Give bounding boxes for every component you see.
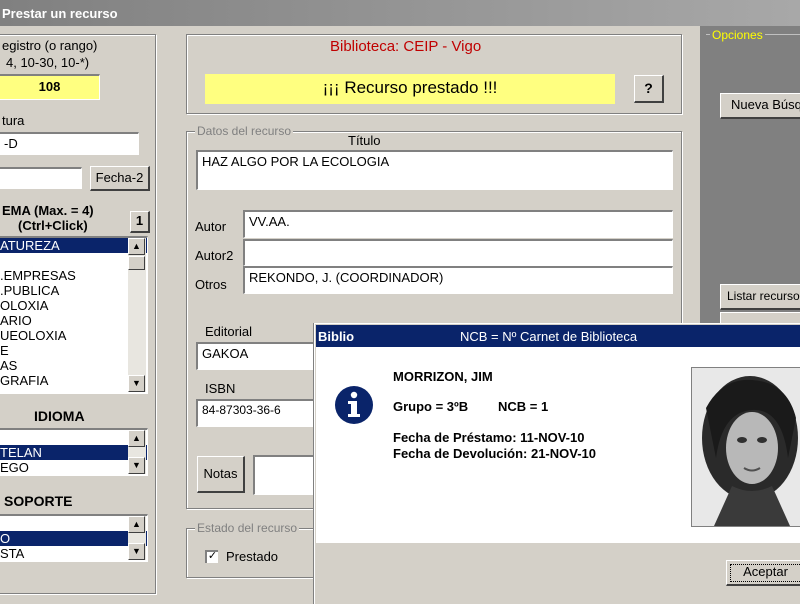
scroll-thumb[interactable]: [128, 256, 145, 270]
nueva-busqueda-button[interactable]: Nueva Búsq: [720, 93, 800, 119]
soporte-heading: SOPORTE: [4, 493, 73, 509]
list-item[interactable]: [0, 253, 147, 268]
registro-hint: 4, 10-30, 10-*): [6, 55, 90, 70]
dialog-grupo: Grupo = 3ºB: [393, 399, 469, 414]
soporte-scrollbar[interactable]: ▲ ▼: [128, 516, 146, 560]
idioma-heading: IDIOMA: [34, 408, 85, 424]
idioma-list[interactable]: TELAN EGO: [0, 428, 148, 476]
list-item[interactable]: AS: [0, 358, 147, 373]
isbn-label: ISBN: [205, 381, 236, 396]
list-item[interactable]: [0, 516, 147, 531]
opciones-label: Opciones: [710, 28, 765, 42]
dialog-title-bar: Biblio NCB = Nº Carnet de Biblioteca: [316, 325, 800, 347]
idioma-scrollbar[interactable]: ▲ ▼: [128, 430, 146, 474]
help-button[interactable]: ?: [634, 75, 664, 103]
tema-button[interactable]: 1: [130, 211, 150, 233]
tema-scrollbar[interactable]: ▲ ▼: [128, 238, 146, 392]
info-icon: [334, 385, 374, 425]
list-item[interactable]: TELAN: [0, 445, 147, 460]
window-title: Prestar un recurso: [2, 6, 118, 21]
otros-label: Otros: [195, 277, 227, 292]
list-item[interactable]: .PUBLICA: [0, 283, 147, 298]
list-item[interactable]: O: [0, 531, 147, 546]
dialog-ncb: NCB = 1: [498, 399, 549, 414]
autor-input[interactable]: VV.AA.: [243, 210, 673, 238]
library-name: Biblioteca: CEIP - Vigo: [330, 38, 482, 55]
dialog-title-left: Biblio: [318, 329, 355, 344]
tema-list[interactable]: ATUREZA .EMPRESAS .PUBLICA OLOXIA ARIO U…: [0, 236, 148, 394]
list-item[interactable]: .EMPRESAS: [0, 268, 147, 283]
scroll-down-icon[interactable]: ▼: [128, 375, 145, 392]
soporte-list[interactable]: O STA: [0, 514, 148, 562]
datos-recurso-label: Datos del recurso: [195, 124, 294, 138]
tema-heading: EMA (Max. = 4): [2, 203, 94, 218]
list-item[interactable]: GRAFIA: [0, 373, 147, 388]
tema-subheading: (Ctrl+Click): [18, 218, 88, 233]
otros-input[interactable]: REKONDO, J. (COORDINADOR): [243, 266, 673, 294]
notas-button[interactable]: Notas: [197, 456, 245, 493]
user-photo: [691, 367, 800, 527]
list-item[interactable]: EGO: [0, 460, 147, 475]
list-item[interactable]: ATUREZA: [0, 238, 147, 253]
autor2-label: Autor2: [195, 248, 234, 263]
registro-label: egistro (o rango): [2, 38, 98, 53]
dialog-fecha-devolucion: Fecha de Devolución: 21-NOV-10: [393, 446, 597, 461]
scroll-down-icon[interactable]: ▼: [128, 543, 145, 560]
estado-recurso-label: Estado del recurso: [195, 521, 300, 535]
scroll-down-icon[interactable]: ▼: [128, 457, 145, 474]
dialog-fecha-prestamo: Fecha de Préstamo: 11-NOV-10: [393, 430, 585, 445]
listar-button[interactable]: Listar recurso: [720, 284, 800, 310]
titulo-label: Título: [348, 133, 381, 148]
notas-input[interactable]: [253, 455, 318, 495]
isbn-input[interactable]: 84-87303-36-6: [196, 399, 316, 427]
list-item[interactable]: STA: [0, 546, 147, 561]
list-item[interactable]: UEOLOXIA: [0, 328, 147, 343]
scroll-up-icon[interactable]: ▲: [128, 238, 145, 255]
aceptar-button[interactable]: Aceptar: [726, 560, 800, 586]
list-item[interactable]: ARIO: [0, 313, 147, 328]
registro-input[interactable]: 108: [0, 74, 100, 100]
scroll-up-icon[interactable]: ▲: [128, 516, 145, 533]
dialog-title-center: NCB = Nº Carnet de Biblioteca: [460, 329, 638, 344]
dialog-user-name: MORRIZON, JIM: [393, 369, 493, 384]
prestado-label: Prestado: [226, 549, 279, 564]
fecha2-button[interactable]: Fecha-2: [90, 166, 150, 191]
scroll-up-icon[interactable]: ▲: [128, 430, 145, 447]
editorial-input[interactable]: GAKOA: [196, 342, 316, 370]
signatura-label: tura: [2, 113, 25, 128]
status-message: ¡¡¡ Recurso prestado !!!: [205, 74, 615, 104]
fecha-input[interactable]: [0, 167, 82, 189]
autor-label: Autor: [195, 219, 227, 234]
list-item[interactable]: OLOXIA: [0, 298, 147, 313]
signatura-input[interactable]: -D: [0, 132, 139, 155]
autor2-input[interactable]: [243, 239, 673, 266]
list-item[interactable]: [0, 430, 147, 445]
titulo-input[interactable]: HAZ ALGO POR LA ECOLOGIA: [196, 150, 673, 190]
editorial-label: Editorial: [205, 324, 252, 339]
prestado-checkbox[interactable]: ✓: [205, 550, 218, 563]
list-item[interactable]: E: [0, 343, 147, 358]
window-title-bar: Prestar un recurso: [0, 0, 800, 26]
